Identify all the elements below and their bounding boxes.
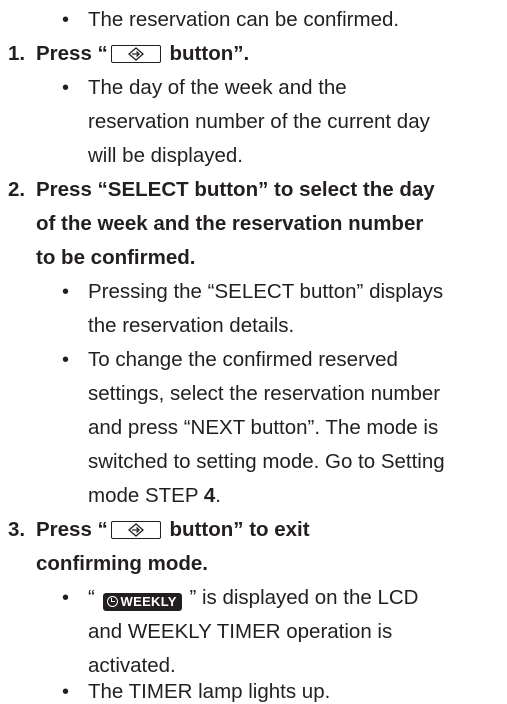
step-2-bullet-line: To change the confirmed reserved bbox=[88, 348, 398, 371]
step-3-bullet-line: activated. bbox=[88, 654, 176, 677]
weekly-timer-badge: WEEKLY bbox=[102, 593, 182, 611]
step-1-bullet-line: reservation number of the current day bbox=[88, 110, 430, 133]
step-3-number: 3. bbox=[8, 518, 26, 541]
bullet-marker: • bbox=[62, 281, 70, 303]
step-2-bullet-line: the reservation details. bbox=[88, 314, 295, 337]
step-3-bullet-line: “ WEEKLY ” is displayed on the LCD bbox=[88, 586, 419, 611]
bullet-marker: • bbox=[62, 681, 70, 703]
step-2-heading-line: Press “SELECT button” to select the day bbox=[36, 178, 435, 201]
step-3-bullet-line: and WEEKLY TIMER operation is bbox=[88, 620, 393, 643]
bullet-marker: • bbox=[62, 9, 70, 31]
set-arrow-button-icon bbox=[110, 45, 161, 63]
step-3-bullet-line: The TIMER lamp lights up. bbox=[88, 680, 331, 703]
bullet-marker: • bbox=[62, 77, 70, 99]
step-2-heading-line: of the week and the reservation number bbox=[36, 212, 424, 235]
step-1-bullet-line: The day of the week and the bbox=[88, 76, 347, 99]
step-1-bullet-line: will be displayed. bbox=[88, 144, 243, 167]
step-1-heading: Press “ button”. bbox=[36, 42, 250, 65]
step-2-bullet-line: mode STEP 4. bbox=[88, 484, 221, 507]
step-2-heading-line: to be confirmed. bbox=[36, 246, 196, 269]
step-2-bullet-line: settings, select the reservation number bbox=[88, 382, 441, 405]
clock-icon bbox=[106, 596, 118, 607]
step-2-bullet-line: switched to setting mode. Go to Setting bbox=[88, 450, 445, 473]
step-2-bullet-line: and press “NEXT button”. The mode is bbox=[88, 416, 439, 439]
step-reference: 4 bbox=[203, 484, 216, 507]
bullet-marker: • bbox=[62, 349, 70, 371]
step-1-number: 1. bbox=[8, 42, 26, 65]
step-2-bullet-line: Pressing the “SELECT button” displays bbox=[88, 280, 444, 303]
bullet-marker: • bbox=[62, 587, 70, 609]
step-2-number: 2. bbox=[8, 178, 26, 201]
set-arrow-button-icon bbox=[110, 521, 161, 539]
intro-text: The reservation can be confirmed. bbox=[88, 8, 400, 31]
step-3-heading: Press “ button” to exit bbox=[36, 518, 310, 541]
step-3-heading-line: confirming mode. bbox=[36, 552, 208, 575]
